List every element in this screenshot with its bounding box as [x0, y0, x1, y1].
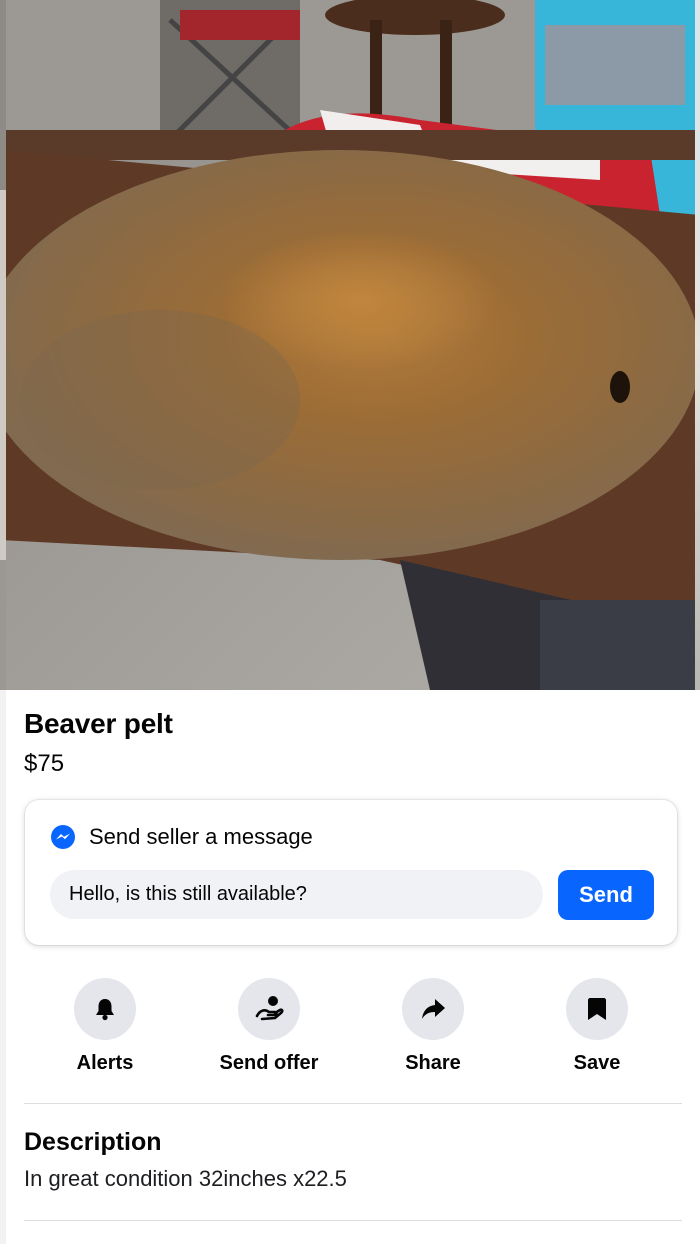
messenger-icon	[51, 825, 75, 849]
message-seller-card: Send seller a message Send	[25, 800, 677, 945]
listing-title: Beaver pelt	[24, 708, 173, 739]
send-offer-action[interactable]: Send offer	[194, 978, 344, 1075]
send-offer-button[interactable]	[238, 978, 300, 1040]
listing-photo-image	[0, 0, 700, 690]
alerts-button[interactable]	[74, 978, 136, 1040]
message-input[interactable]	[50, 870, 543, 919]
share-arrow-icon	[422, 999, 445, 1019]
alerts-label: Alerts	[76, 1052, 134, 1074]
message-card-heading: Send seller a message	[89, 824, 313, 849]
share-button[interactable]	[402, 978, 464, 1040]
description-text: In great condition 32inches x22.5	[24, 1166, 347, 1191]
left-edge-strip	[0, 0, 6, 1244]
section-divider-bottom	[24, 1220, 682, 1221]
alerts-action[interactable]: Alerts	[30, 978, 180, 1075]
send-offer-label: Send offer	[219, 1052, 319, 1074]
section-divider	[24, 1103, 682, 1104]
bookmark-icon	[588, 998, 606, 1020]
message-card-header: Send seller a message	[50, 824, 313, 850]
description-heading: Description	[24, 1128, 162, 1156]
send-offer-icon	[255, 996, 284, 1021]
right-edge-strip	[695, 0, 700, 690]
share-action[interactable]: Share	[358, 978, 508, 1075]
listing-price: $75	[24, 750, 65, 777]
save-label: Save	[573, 1052, 621, 1074]
share-label: Share	[405, 1052, 461, 1074]
bell-icon	[96, 999, 114, 1021]
save-action[interactable]: Save	[522, 978, 672, 1075]
send-button[interactable]: Send	[558, 870, 654, 920]
listing-photo[interactable]	[0, 0, 700, 690]
save-button[interactable]	[566, 978, 628, 1040]
action-row: Alerts Send offer Share Save	[24, 978, 682, 1078]
